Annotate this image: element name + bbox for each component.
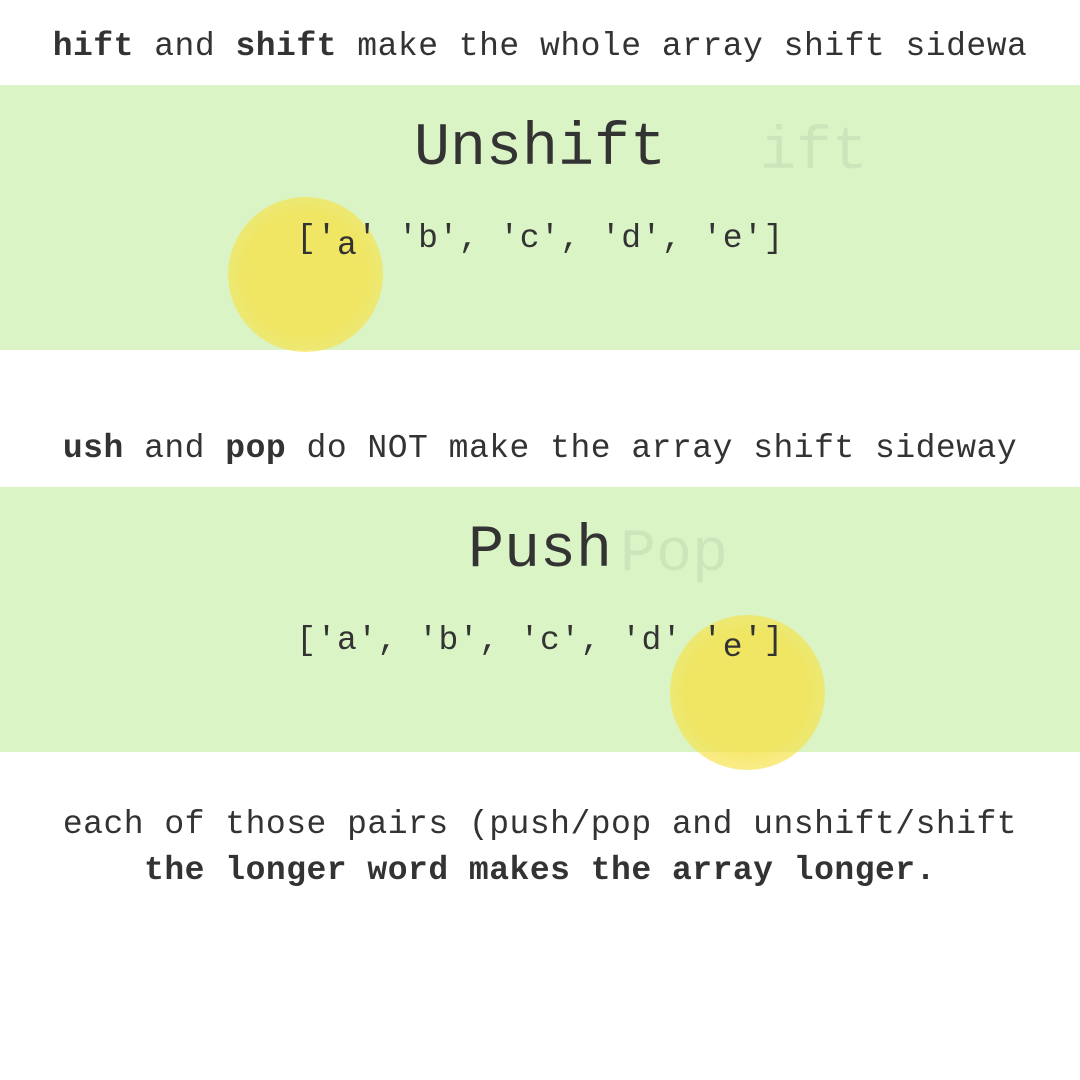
panel-ghost-shift: ift: [760, 119, 868, 187]
footer-line-2: the longer word makes the array longer.: [0, 848, 1080, 894]
array-line-2: ['a', 'b', 'c', 'd' 'e']: [0, 622, 1080, 659]
text-rest-2: do NOT make the array shift sideway: [286, 430, 1017, 467]
array-start-2: ['a', 'b', 'c', 'd' ': [296, 622, 722, 659]
text-and-1: and: [134, 28, 236, 65]
description-unshift-shift: hift and shift make the whole array shif…: [0, 0, 1080, 85]
panel-title-unshift: Unshift: [414, 115, 666, 183]
panel-unshift: Unshift ift ['a' 'b', 'c', 'd', 'e']: [0, 85, 1080, 350]
bold-unshift-cut: hift: [53, 28, 134, 65]
panel-title-wrap-1: Unshift ift: [0, 85, 1080, 195]
panel-ghost-pop: Pop: [620, 521, 728, 589]
panel-push: Push Pop ['a', 'b', 'c', 'd' 'e']: [0, 487, 1080, 752]
spacer-1: [0, 350, 1080, 420]
array-line-1: ['a' 'b', 'c', 'd', 'e']: [0, 220, 1080, 257]
array-mid-1: ' 'b', 'c', 'd', 'e']: [357, 220, 783, 257]
bold-shift: shift: [235, 28, 337, 65]
array-end-2: ']: [743, 622, 784, 659]
text-rest-1: make the whole array shift sidewa: [337, 28, 1027, 65]
array-moving-e: e: [723, 629, 743, 666]
bold-push-cut: ush: [63, 430, 124, 467]
text-and-2: and: [124, 430, 226, 467]
array-moving-a: a: [337, 227, 357, 264]
footer-text: each of those pairs (push/pop and unshif…: [0, 752, 1080, 894]
panel-title-push: Push: [468, 517, 612, 585]
footer-line-1: each of those pairs (push/pop and unshif…: [0, 802, 1080, 848]
array-open-1: [': [296, 220, 337, 257]
bold-pop: pop: [225, 430, 286, 467]
panel-title-wrap-2: Push Pop: [0, 487, 1080, 597]
description-push-pop: ush and pop do NOT make the array shift …: [0, 420, 1080, 487]
